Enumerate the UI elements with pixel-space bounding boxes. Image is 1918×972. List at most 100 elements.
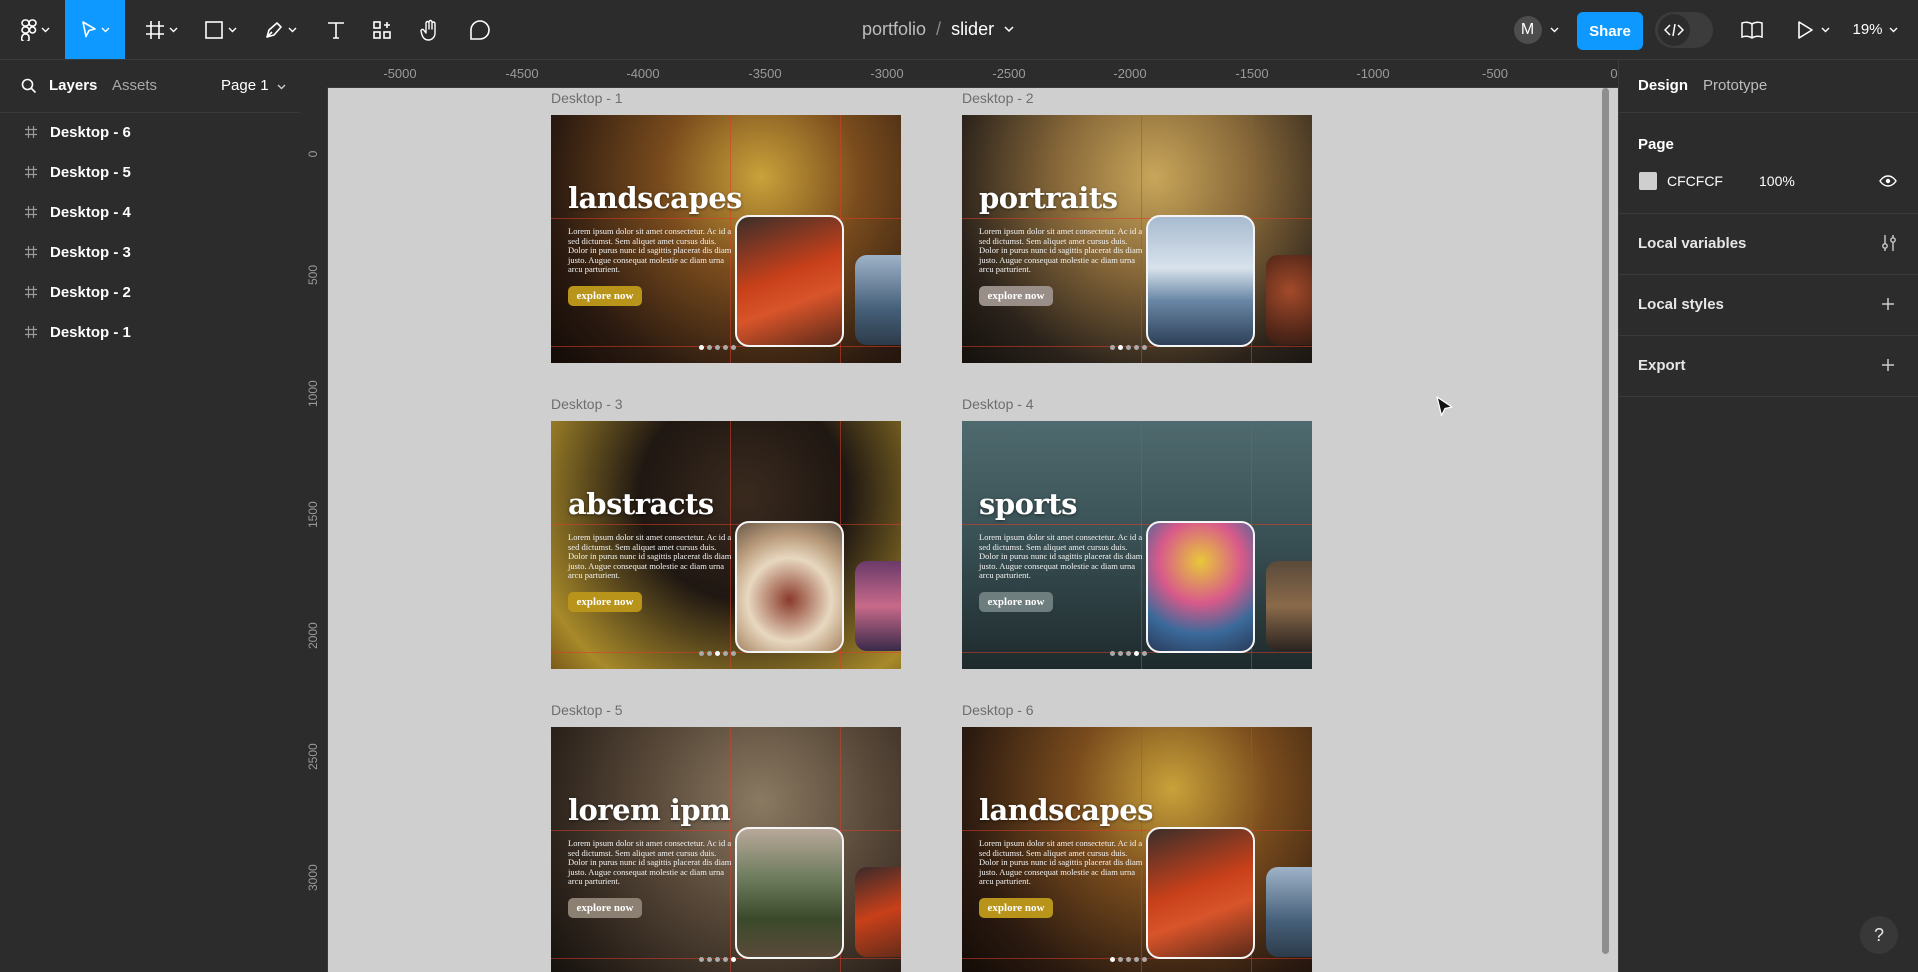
plus-icon[interactable] — [1881, 358, 1895, 372]
layer-row[interactable]: Desktop - 5 — [0, 152, 300, 192]
frame-label[interactable]: Desktop - 5 — [551, 702, 623, 718]
project-name[interactable]: portfolio — [862, 19, 926, 40]
ruler-label: 2500 — [306, 743, 320, 770]
canvas-scrollbar[interactable] — [1602, 88, 1609, 954]
local-styles-section: Local styles — [1619, 274, 1918, 335]
search-icon[interactable] — [21, 78, 37, 94]
slide-description: Lorem ipsum dolor sit amet consectetur. … — [568, 226, 732, 274]
ruler-label: 0 — [306, 150, 320, 158]
frame-desktop-5[interactable]: lorem ipm Lorem ipsum dolor sit amet con… — [551, 727, 901, 972]
chevron-down-icon — [228, 27, 236, 32]
photo-card — [735, 215, 844, 347]
file-name[interactable]: slider — [951, 19, 994, 40]
hand-tool-button[interactable] — [410, 0, 450, 59]
layer-row[interactable]: Desktop - 6 — [0, 112, 300, 152]
zoom-menu[interactable]: 19% — [1847, 0, 1903, 59]
local-variables-heading[interactable]: Local variables — [1638, 235, 1746, 252]
slider-dots — [1110, 651, 1147, 656]
export-heading[interactable]: Export — [1638, 357, 1686, 374]
frame-desktop-6[interactable]: landscapes Lorem ipsum dolor sit amet co… — [962, 727, 1312, 972]
frame-desktop-1[interactable]: landscapes Lorem ipsum dolor sit amet co… — [551, 115, 901, 363]
ruler-label: -1000 — [1356, 66, 1390, 81]
photo-card-next — [1266, 867, 1312, 957]
frame-icon — [25, 206, 37, 218]
explore-now-button[interactable]: explore now — [979, 898, 1053, 918]
layer-row[interactable]: Desktop - 3 — [0, 232, 300, 272]
pen-tool-button[interactable] — [257, 0, 303, 59]
layer-row[interactable]: Desktop - 2 — [0, 272, 300, 312]
page-opacity[interactable]: 100% — [1759, 173, 1795, 189]
dev-mode-toggle[interactable] — [1655, 12, 1713, 48]
main-menu-button[interactable] — [12, 0, 58, 59]
explore-now-button[interactable]: explore now — [979, 592, 1053, 612]
layer-row[interactable]: Desktop - 1 — [0, 312, 300, 352]
resources-button[interactable] — [362, 0, 402, 59]
frame-label[interactable]: Desktop - 6 — [962, 702, 1034, 718]
explore-now-button[interactable]: explore now — [568, 286, 642, 306]
slider-dots — [699, 345, 736, 350]
slider-dots — [699, 651, 736, 656]
slide-title: lorem ipm — [568, 793, 731, 827]
move-tool-icon — [81, 20, 96, 37]
library-button[interactable] — [1734, 0, 1770, 59]
help-button[interactable]: ? — [1860, 916, 1898, 954]
explore-now-button[interactable]: explore now — [979, 286, 1053, 306]
ruler-label: -2000 — [1113, 66, 1147, 81]
text-tool-button[interactable] — [316, 0, 356, 59]
photo-card-next — [855, 255, 901, 345]
toolbar: portfolio / slider M Share 19% — [0, 0, 1918, 60]
page-selector[interactable]: Page 1 — [221, 77, 286, 94]
frame-icon — [25, 286, 37, 298]
chevron-down-icon — [1821, 27, 1829, 32]
shape-tool-icon — [204, 20, 223, 39]
tab-layers[interactable]: Layers — [49, 77, 97, 94]
tab-assets[interactable]: Assets — [112, 77, 157, 94]
local-variables-section: Local variables — [1619, 213, 1918, 274]
frame-label[interactable]: Desktop - 4 — [962, 396, 1034, 412]
frame-tool-button[interactable] — [138, 0, 184, 59]
eye-icon[interactable] — [1879, 175, 1897, 187]
frame-label[interactable]: Desktop - 3 — [551, 396, 623, 412]
frame-desktop-4[interactable]: sports Lorem ipsum dolor sit amet consec… — [962, 421, 1312, 669]
local-styles-heading[interactable]: Local styles — [1638, 296, 1724, 313]
share-button[interactable]: Share — [1577, 12, 1643, 50]
right-panel-tabs: Design Prototype — [1619, 60, 1918, 112]
photo-card — [1146, 521, 1255, 653]
ruler-label: 3000 — [306, 864, 320, 891]
ruler-label: -2500 — [992, 66, 1026, 81]
tab-design[interactable]: Design — [1638, 77, 1688, 94]
chevron-down-icon[interactable] — [1004, 26, 1014, 33]
present-button[interactable] — [1792, 0, 1834, 59]
right-panel: Design Prototype Page CFCFCF 100% Local … — [1618, 60, 1918, 972]
canvas[interactable]: Desktop - 1 landscapes Lorem ipsum dolor… — [328, 88, 1618, 972]
comment-tool-button[interactable] — [460, 0, 500, 59]
photo-card-next — [855, 561, 901, 651]
variables-icon[interactable] — [1881, 234, 1897, 252]
slider-dots — [1110, 957, 1147, 962]
shape-tool-button[interactable] — [197, 0, 243, 59]
hand-tool-icon — [420, 19, 436, 41]
frame-label[interactable]: Desktop - 2 — [962, 90, 1034, 106]
frame-icon — [25, 166, 37, 178]
figma-menu-icon — [20, 18, 37, 41]
move-tool-button[interactable] — [65, 0, 125, 59]
photo-card-next — [1266, 255, 1312, 345]
plus-icon[interactable] — [1881, 297, 1895, 311]
explore-now-button[interactable]: explore now — [568, 592, 642, 612]
ruler-label: 0 — [1610, 66, 1618, 81]
page-color-hex[interactable]: CFCFCF — [1667, 173, 1723, 189]
frame-desktop-3[interactable]: abstracts Lorem ipsum dolor sit amet con… — [551, 421, 901, 669]
ruler-label: -3500 — [748, 66, 782, 81]
slide-description: Lorem ipsum dolor sit amet consectetur. … — [979, 532, 1143, 580]
multiplayer-button[interactable]: M — [1508, 0, 1564, 59]
explore-now-button[interactable]: explore now — [568, 898, 642, 918]
tab-prototype[interactable]: Prototype — [1703, 77, 1767, 94]
page-color-swatch[interactable] — [1639, 172, 1657, 190]
chevron-down-icon — [1889, 27, 1898, 32]
slide-title: abstracts — [568, 487, 714, 521]
frame-label[interactable]: Desktop - 1 — [551, 90, 623, 106]
frame-desktop-2[interactable]: portraits Lorem ipsum dolor sit amet con… — [962, 115, 1312, 363]
layer-row[interactable]: Desktop - 4 — [0, 192, 300, 232]
zoom-level: 19% — [1852, 21, 1883, 38]
page-heading: Page — [1638, 136, 1674, 153]
